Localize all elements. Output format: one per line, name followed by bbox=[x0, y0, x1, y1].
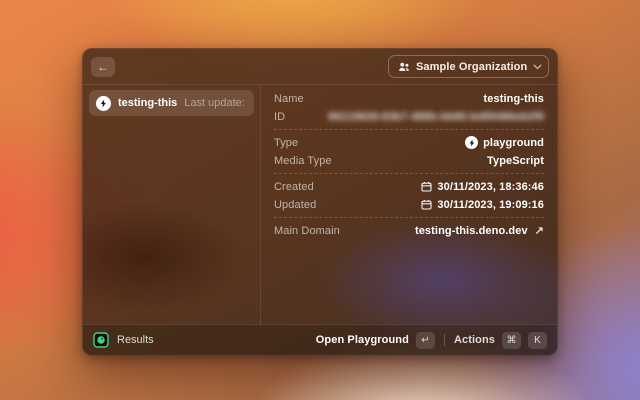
calendar-icon bbox=[421, 181, 432, 192]
back-button[interactable]: ← bbox=[91, 57, 115, 77]
list-item-subtitle: Last update: 2 mo… bbox=[184, 97, 247, 109]
detail-row-main-domain: Main Domain testing-this.deno.dev ↗ bbox=[274, 222, 544, 239]
row-value: playground bbox=[465, 136, 544, 149]
deno-logo-icon bbox=[93, 332, 109, 348]
cmd-key-badge: ⌘ bbox=[502, 332, 521, 349]
window-header: ← Sample Organization bbox=[83, 49, 557, 85]
row-value: testing-this bbox=[484, 93, 544, 105]
detail-row-media-type: Media Type TypeScript bbox=[274, 152, 544, 169]
updated-value: 30/11/2023, 19:09:16 bbox=[437, 199, 544, 211]
detail-row-type: Type playground bbox=[274, 134, 544, 151]
action-bar-left: Results bbox=[93, 332, 154, 348]
desktop-background: { "header": { "back_glyph": "←", "org_se… bbox=[0, 0, 640, 400]
open-playground-button[interactable]: Open Playground bbox=[316, 334, 409, 346]
calendar-icon bbox=[421, 199, 432, 210]
action-bar-right: Open Playground ↵ Actions ⌘ K bbox=[316, 332, 547, 349]
playground-bolt-icon bbox=[96, 96, 111, 111]
dashed-divider bbox=[274, 129, 544, 130]
detail-row-id: ID 86219828-83b7-488b-bb85-bd89486eb2f8 bbox=[274, 108, 544, 125]
main-content: testing-this Last update: 2 mo… Name tes… bbox=[83, 85, 557, 326]
list-item-title: testing-this bbox=[118, 97, 177, 109]
detail-row-created: Created 30/11/2023, 18:36:46 bbox=[274, 178, 544, 195]
results-list: testing-this Last update: 2 mo… bbox=[83, 85, 261, 326]
main-domain-link[interactable]: testing-this.deno.dev ↗ bbox=[415, 224, 544, 237]
type-value: playground bbox=[483, 137, 544, 149]
row-value-redacted: 86219828-83b7-488b-bb85-bd89486eb2f8 bbox=[328, 111, 544, 123]
detail-panel: Name testing-this ID 86219828-83b7-488b-… bbox=[261, 85, 557, 326]
row-label: ID bbox=[274, 111, 285, 123]
row-label: Name bbox=[274, 93, 304, 105]
playground-bolt-icon bbox=[465, 136, 478, 149]
row-value: 30/11/2023, 19:09:16 bbox=[421, 199, 544, 211]
actions-menu-button[interactable]: Actions bbox=[454, 334, 495, 346]
external-link-icon: ↗ bbox=[535, 224, 544, 237]
dashed-divider bbox=[274, 217, 544, 218]
organization-dropdown[interactable]: Sample Organization bbox=[388, 55, 549, 78]
dashed-divider bbox=[274, 173, 544, 174]
command-palette-window: ← Sample Organization bbox=[82, 48, 558, 356]
organization-people-icon bbox=[398, 61, 410, 73]
k-key-badge: K bbox=[528, 332, 547, 349]
action-bar: Results Open Playground ↵ Actions ⌘ K bbox=[83, 324, 557, 355]
organization-name: Sample Organization bbox=[416, 61, 527, 73]
row-label: Media Type bbox=[274, 155, 332, 167]
row-label: Type bbox=[274, 137, 298, 149]
back-arrow-icon: ← bbox=[97, 61, 109, 73]
enter-key-badge: ↵ bbox=[416, 332, 435, 349]
domain-value: testing-this.deno.dev bbox=[415, 225, 528, 237]
results-label: Results bbox=[117, 334, 154, 346]
created-value: 30/11/2023, 18:36:46 bbox=[437, 181, 544, 193]
row-label: Created bbox=[274, 181, 314, 193]
row-label: Updated bbox=[274, 199, 316, 211]
row-value: TypeScript bbox=[487, 155, 544, 167]
detail-row-updated: Updated 30/11/2023, 19:09:16 bbox=[274, 196, 544, 213]
row-label: Main Domain bbox=[274, 225, 340, 237]
chevron-down-icon bbox=[533, 64, 542, 70]
action-bar-divider bbox=[444, 334, 445, 346]
detail-row-name: Name testing-this bbox=[274, 90, 544, 107]
row-value: 30/11/2023, 18:36:46 bbox=[421, 181, 544, 193]
list-item-testing-this[interactable]: testing-this Last update: 2 mo… bbox=[89, 90, 254, 116]
